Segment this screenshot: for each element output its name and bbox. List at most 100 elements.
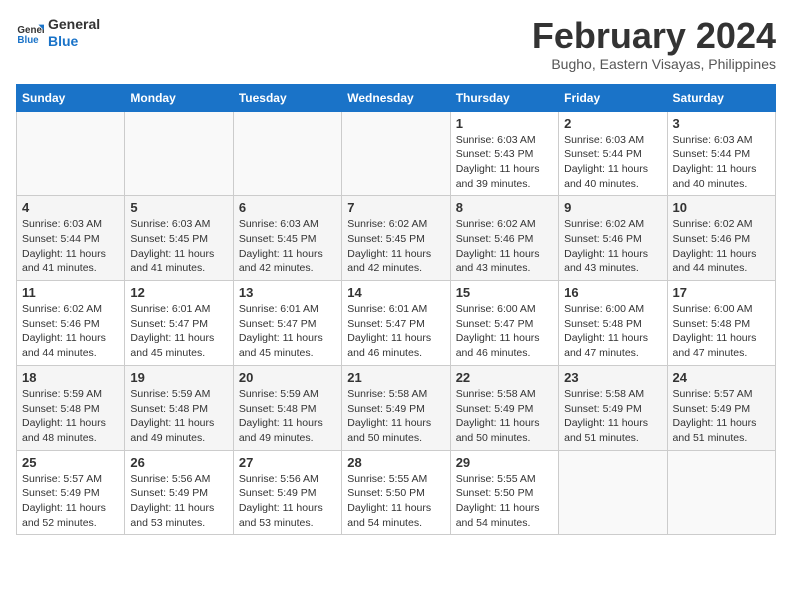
day-number: 19 [130, 370, 227, 385]
header-saturday: Saturday [667, 84, 775, 111]
day-number: 25 [22, 455, 119, 470]
day-info: Sunrise: 6:02 AM Sunset: 5:46 PM Dayligh… [456, 217, 553, 276]
header-tuesday: Tuesday [233, 84, 341, 111]
day-number: 1 [456, 116, 553, 131]
table-row: 4 Sunrise: 6:03 AM Sunset: 5:44 PM Daylig… [17, 196, 125, 281]
table-row: 7 Sunrise: 6:02 AM Sunset: 5:45 PM Daylig… [342, 196, 450, 281]
table-row: 10 Sunrise: 6:02 AM Sunset: 5:46 PM Dayli… [667, 196, 775, 281]
table-row: 17 Sunrise: 6:00 AM Sunset: 5:48 PM Dayli… [667, 281, 775, 366]
day-number: 23 [564, 370, 661, 385]
table-row: 29 Sunrise: 5:55 AM Sunset: 5:50 PM Dayli… [450, 450, 558, 535]
table-row [559, 450, 667, 535]
day-info: Sunrise: 6:01 AM Sunset: 5:47 PM Dayligh… [130, 302, 227, 361]
table-row: 12 Sunrise: 6:01 AM Sunset: 5:47 PM Dayli… [125, 281, 233, 366]
day-info: Sunrise: 6:02 AM Sunset: 5:45 PM Dayligh… [347, 217, 444, 276]
day-info: Sunrise: 6:03 AM Sunset: 5:45 PM Dayligh… [239, 217, 336, 276]
day-number: 13 [239, 285, 336, 300]
day-number: 9 [564, 200, 661, 215]
logo-line2: Blue [48, 33, 100, 50]
day-number: 10 [673, 200, 770, 215]
day-info: Sunrise: 6:02 AM Sunset: 5:46 PM Dayligh… [673, 217, 770, 276]
title-area: February 2024 Bugho, Eastern Visayas, Ph… [532, 16, 776, 72]
table-row: 18Sunrise: 5:59 AM Sunset: 5:48 PM Dayli… [17, 365, 125, 450]
table-row: 8 Sunrise: 6:02 AM Sunset: 5:46 PM Daylig… [450, 196, 558, 281]
table-row: 11 Sunrise: 6:02 AM Sunset: 5:46 PM Dayli… [17, 281, 125, 366]
header-thursday: Thursday [450, 84, 558, 111]
day-info: Sunrise: 6:00 AM Sunset: 5:48 PM Dayligh… [673, 302, 770, 361]
table-row [17, 111, 125, 196]
table-row [125, 111, 233, 196]
day-info: Sunrise: 6:00 AM Sunset: 5:47 PM Dayligh… [456, 302, 553, 361]
day-info: Sunrise: 5:57 AM Sunset: 5:49 PM Dayligh… [673, 387, 770, 446]
day-number: 8 [456, 200, 553, 215]
table-row: 27 Sunrise: 5:56 AM Sunset: 5:49 PM Dayli… [233, 450, 341, 535]
month-title: February 2024 [532, 16, 776, 56]
calendar-header: Sunday Monday Tuesday Wednesday Thursday… [17, 84, 776, 111]
day-number: 29 [456, 455, 553, 470]
day-number: 20 [239, 370, 336, 385]
day-info: Sunrise: 5:56 AM Sunset: 5:49 PM Dayligh… [130, 472, 227, 531]
table-row: 13 Sunrise: 6:01 AM Sunset: 5:47 PM Dayli… [233, 281, 341, 366]
day-info: Sunrise: 6:00 AM Sunset: 5:48 PM Dayligh… [564, 302, 661, 361]
table-row: 1 Sunrise: 6:03 AM Sunset: 5:43 PM Daylig… [450, 111, 558, 196]
day-number: 15 [456, 285, 553, 300]
table-row: 2 Sunrise: 6:03 AM Sunset: 5:44 PM Daylig… [559, 111, 667, 196]
table-row: 6 Sunrise: 6:03 AM Sunset: 5:45 PM Daylig… [233, 196, 341, 281]
day-number: 24 [673, 370, 770, 385]
day-number: 2 [564, 116, 661, 131]
day-info: Sunrise: 5:55 AM Sunset: 5:50 PM Dayligh… [347, 472, 444, 531]
day-number: 17 [673, 285, 770, 300]
table-row: 15 Sunrise: 6:00 AM Sunset: 5:47 PM Dayli… [450, 281, 558, 366]
table-row: 21Sunrise: 5:58 AM Sunset: 5:49 PM Dayli… [342, 365, 450, 450]
day-info: Sunrise: 6:03 AM Sunset: 5:44 PM Dayligh… [564, 133, 661, 192]
day-info: Sunrise: 5:58 AM Sunset: 5:49 PM Dayligh… [347, 387, 444, 446]
table-row: 20 Sunrise: 5:59 AM Sunset: 5:48 PM Dayli… [233, 365, 341, 450]
day-number: 4 [22, 200, 119, 215]
day-number: 14 [347, 285, 444, 300]
calendar-table: Sunday Monday Tuesday Wednesday Thursday… [16, 84, 776, 536]
table-row: 19 Sunrise: 5:59 AM Sunset: 5:48 PM Dayli… [125, 365, 233, 450]
day-info: Sunrise: 6:01 AM Sunset: 5:47 PM Dayligh… [347, 302, 444, 361]
day-number: 11 [22, 285, 119, 300]
table-row: 25 Sunrise: 5:57 AM Sunset: 5:49 PM Dayli… [17, 450, 125, 535]
table-row [667, 450, 775, 535]
day-info: Sunrise: 6:02 AM Sunset: 5:46 PM Dayligh… [22, 302, 119, 361]
day-number: 16 [564, 285, 661, 300]
table-row: 23Sunrise: 5:58 AM Sunset: 5:49 PM Dayli… [559, 365, 667, 450]
day-info: Sunrise: 5:59 AM Sunset: 5:48 PM Dayligh… [130, 387, 227, 446]
day-info: Sunrise: 6:02 AM Sunset: 5:46 PM Dayligh… [564, 217, 661, 276]
table-row: 26 Sunrise: 5:56 AM Sunset: 5:49 PM Dayli… [125, 450, 233, 535]
day-number: 5 [130, 200, 227, 215]
day-number: 7 [347, 200, 444, 215]
day-info: Sunrise: 6:03 AM Sunset: 5:44 PM Dayligh… [22, 217, 119, 276]
table-row: 28 Sunrise: 5:55 AM Sunset: 5:50 PM Dayli… [342, 450, 450, 535]
table-row: 22 Sunrise: 5:58 AM Sunset: 5:49 PM Dayli… [450, 365, 558, 450]
table-row: 16 Sunrise: 6:00 AM Sunset: 5:48 PM Dayli… [559, 281, 667, 366]
day-number: 18 [22, 370, 119, 385]
table-row: 9 Sunrise: 6:02 AM Sunset: 5:46 PM Daylig… [559, 196, 667, 281]
day-number: 28 [347, 455, 444, 470]
day-info: Sunrise: 5:57 AM Sunset: 5:49 PM Dayligh… [22, 472, 119, 531]
day-info: Sunrise: 6:01 AM Sunset: 5:47 PM Dayligh… [239, 302, 336, 361]
day-info: Sunrise: 5:56 AM Sunset: 5:49 PM Dayligh… [239, 472, 336, 531]
table-row [342, 111, 450, 196]
day-number: 12 [130, 285, 227, 300]
table-row: 14 Sunrise: 6:01 AM Sunset: 5:47 PM Dayli… [342, 281, 450, 366]
day-number: 27 [239, 455, 336, 470]
table-row [233, 111, 341, 196]
header-wednesday: Wednesday [342, 84, 450, 111]
logo: General Blue General Blue [16, 16, 100, 50]
day-number: 26 [130, 455, 227, 470]
header-friday: Friday [559, 84, 667, 111]
day-info: Sunrise: 5:58 AM Sunset: 5:49 PM Dayligh… [456, 387, 553, 446]
table-row: 5 Sunrise: 6:03 AM Sunset: 5:45 PM Daylig… [125, 196, 233, 281]
day-info: Sunrise: 5:59 AM Sunset: 5:48 PM Dayligh… [239, 387, 336, 446]
day-info: Sunrise: 6:03 AM Sunset: 5:45 PM Dayligh… [130, 217, 227, 276]
page-header: General Blue General Blue February 2024 … [16, 16, 776, 72]
day-number: 3 [673, 116, 770, 131]
day-number: 6 [239, 200, 336, 215]
day-info: Sunrise: 6:03 AM Sunset: 5:43 PM Dayligh… [456, 133, 553, 192]
day-info: Sunrise: 5:55 AM Sunset: 5:50 PM Dayligh… [456, 472, 553, 531]
logo-line1: General [48, 16, 100, 33]
day-number: 22 [456, 370, 553, 385]
